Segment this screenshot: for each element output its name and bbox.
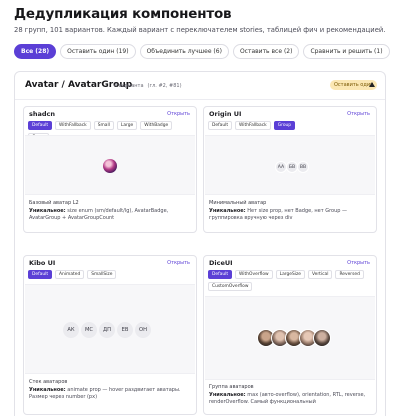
- open-link[interactable]: Открыть: [347, 111, 370, 117]
- page-title: Дедупликация компонентов: [14, 6, 232, 22]
- group-header[interactable]: Avatar / AvatarGroup 4 варианта (гл. #2, …: [15, 72, 385, 100]
- story-tab[interactable]: Default: [208, 121, 233, 130]
- story-preview: AA БВ ВВ: [205, 135, 375, 195]
- avatar-photo: [313, 329, 331, 347]
- chevron-up-icon[interactable]: [369, 82, 375, 87]
- card-name: Origin UI: [209, 110, 242, 118]
- avatar-fallback: МС: [81, 322, 97, 338]
- variant-count: 4 варианта: [114, 83, 144, 89]
- story-tab[interactable]: WithBadge: [140, 121, 173, 130]
- page-subtitle: 28 групп, 101 вариантов. Каждый вариант …: [14, 26, 386, 34]
- story-tab[interactable]: WithFallback: [55, 121, 91, 130]
- story-switcher: Default Animated SmallSize: [28, 270, 194, 279]
- card-description: Группа аватаров: [209, 384, 254, 390]
- story-tab[interactable]: Default: [28, 270, 53, 279]
- story-tab[interactable]: Small: [93, 121, 114, 130]
- card-description: Минимальный аватар: [209, 200, 267, 206]
- open-link[interactable]: Открыть: [167, 260, 190, 266]
- avatar-fallback: ЕВ: [117, 322, 133, 338]
- variant-card-kibo-ui: Kibo UI Открыть Default Animated SmallSi…: [23, 255, 197, 415]
- story-tab[interactable]: Vertical: [308, 270, 333, 279]
- card-name: Kibo UI: [29, 259, 56, 267]
- story-switcher: Default WithOverflow LargeSize Vertical …: [208, 270, 374, 291]
- group-ref: (гл. #2, #81): [147, 83, 182, 89]
- card-unique-note: Уникальное: Нет size prop, нет Badge, не…: [209, 208, 373, 222]
- story-preview: [205, 296, 375, 380]
- group-meta: 4 варианта (гл. #2, #81): [114, 83, 182, 89]
- avatar-fallback: ДП: [99, 322, 115, 338]
- filter-keep-all[interactable]: Оставить все (2): [232, 44, 300, 59]
- filter-merge-best[interactable]: Объединить лучшее (6): [139, 44, 229, 59]
- story-tab[interactable]: Default: [28, 121, 53, 130]
- story-tab[interactable]: CustomOverflow: [208, 282, 253, 291]
- story-tab[interactable]: LargeSize: [275, 270, 305, 279]
- avatar-fallback: ВВ: [297, 161, 309, 173]
- card-name: DiceUI: [209, 259, 233, 267]
- filter-all[interactable]: Все (28): [14, 44, 57, 59]
- story-preview: АК МС ДП ЕВ ОН: [25, 284, 195, 374]
- open-link[interactable]: Открыть: [347, 260, 370, 266]
- avatar-fallback: АК: [63, 322, 79, 338]
- variant-card-diceui: DiceUI Открыть Default WithOverflow Larg…: [203, 255, 377, 415]
- filter-tabs: Все (28) Оставить один (19) Объединить л…: [14, 44, 390, 59]
- story-tab[interactable]: Group: [273, 121, 296, 130]
- story-tab[interactable]: Large: [116, 121, 138, 130]
- card-name: shadcn: [29, 110, 56, 118]
- story-tab[interactable]: WithFallback: [235, 121, 271, 130]
- card-description: Базовый аватар L2: [29, 200, 79, 206]
- card-unique-note: Уникальное: size enum (sm/default/lg), A…: [29, 208, 193, 222]
- story-tab[interactable]: WithOverflow: [235, 270, 273, 279]
- avatar-image: [103, 159, 117, 173]
- variant-card-shadcn: shadcn Открыть Default WithFallback Smal…: [23, 106, 197, 233]
- story-tab[interactable]: Reversed: [335, 270, 364, 279]
- component-group: Avatar / AvatarGroup 4 варианта (гл. #2, …: [14, 71, 386, 416]
- card-description: Стек аватаров: [29, 379, 68, 385]
- filter-compare-decide[interactable]: Сравнить и решить (1): [303, 44, 390, 59]
- variant-card-origin-ui: Origin UI Открыть Default WithFallback G…: [203, 106, 377, 233]
- story-preview: [25, 135, 195, 195]
- story-switcher: Default WithFallback Group: [208, 121, 374, 130]
- story-tab[interactable]: SmallSize: [87, 270, 117, 279]
- note-label: Уникальное:: [209, 208, 246, 214]
- story-tab[interactable]: Default: [208, 270, 233, 279]
- filter-keep-one[interactable]: Оставить один (19): [60, 44, 136, 59]
- avatar-fallback: ОН: [135, 322, 151, 338]
- card-unique-note: Уникальное: animate prop — hover раздвиг…: [29, 387, 193, 401]
- note-label: Уникальное:: [29, 208, 66, 214]
- card-unique-note: Уникальное: max (авто-overflow), orienta…: [209, 392, 373, 406]
- note-label: Уникальное:: [29, 387, 66, 393]
- story-tab[interactable]: Animated: [55, 270, 85, 279]
- open-link[interactable]: Открыть: [167, 111, 190, 117]
- note-label: Уникальное:: [209, 392, 246, 398]
